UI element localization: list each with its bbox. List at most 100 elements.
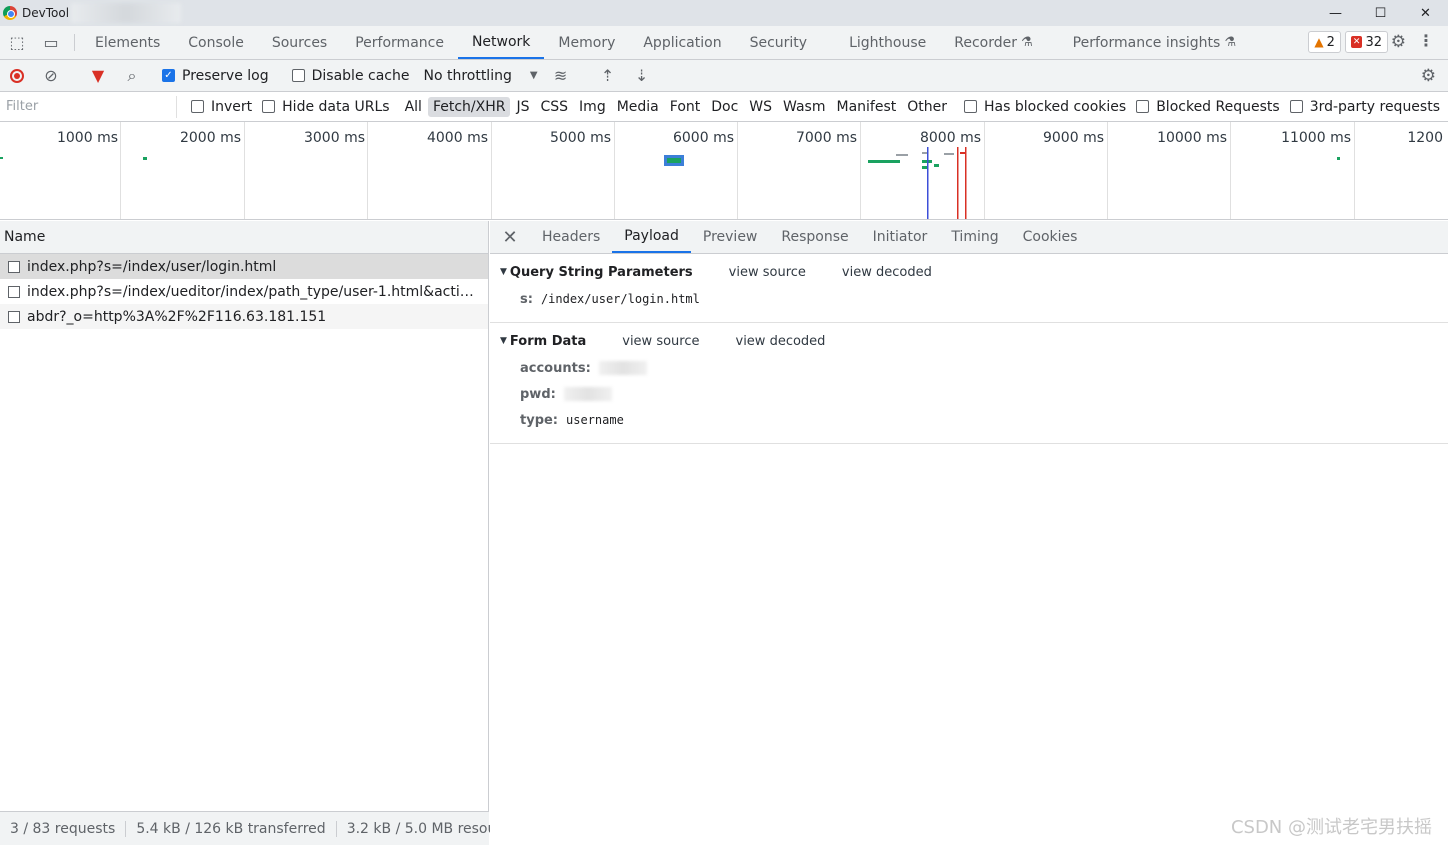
filter-input[interactable] <box>0 95 177 118</box>
export-har-icon[interactable]: ⇣ <box>625 66 659 85</box>
hide-data-urls-checkbox[interactable]: Hide data URLs <box>262 98 390 115</box>
detail-tab-initiator[interactable]: Initiator <box>861 221 940 253</box>
preserve-log-checkbox[interactable]: ✓ Preserve log <box>162 68 269 84</box>
invert-checkbox[interactable]: Invert <box>191 99 252 115</box>
request-row[interactable]: index.php?s=/index/ueditor/index/path_ty… <box>0 279 488 304</box>
csdn-watermark: CSDN @测试老宅男扶摇 <box>1230 817 1432 838</box>
tab-security[interactable]: Security <box>736 26 822 59</box>
expand-triangle-icon[interactable]: ▼ <box>500 336 507 346</box>
detail-tab-payload[interactable]: Payload <box>612 221 691 253</box>
third-party-requests-label: 3rd-party requests <box>1309 98 1441 115</box>
type-filter-wasm[interactable]: Wasm <box>778 97 830 117</box>
warnings-badge[interactable]: ▲ 2 <box>1308 31 1341 53</box>
settings-gear-icon[interactable]: ⚙ <box>1391 32 1406 52</box>
clear-icon[interactable]: ⊘ <box>34 66 68 85</box>
flask-icon: ⚗ <box>1224 35 1236 50</box>
disable-cache-checkbox[interactable]: Disable cache <box>291 67 410 84</box>
inspect-element-icon[interactable]: ⬚ <box>0 26 34 59</box>
checkbox-icon <box>1289 100 1303 113</box>
query-view-decoded-link[interactable]: view decoded <box>842 265 932 280</box>
tab-sources[interactable]: Sources <box>258 26 341 59</box>
request-name: index.php?s=/index/ueditor/index/path_ty… <box>27 283 482 300</box>
throttling-select[interactable]: No throttling ▼ <box>423 68 537 84</box>
close-detail-icon[interactable]: ✕ <box>490 221 530 253</box>
form-key-pwd: pwd: <box>520 386 556 402</box>
type-filter-other[interactable]: Other <box>902 97 952 117</box>
request-row[interactable]: abdr?_o=http%3A%2F%2F116.63.181.151 <box>0 304 488 329</box>
filter-funnel-icon[interactable]: ▼ <box>81 66 115 85</box>
redacted-value <box>563 387 612 401</box>
transferred-size: 5.4 kB / 126 kB transferred <box>126 820 337 837</box>
query-view-source-link[interactable]: view source <box>729 265 806 280</box>
form-data-title[interactable]: Form Data <box>510 334 586 349</box>
network-settings-gear-icon[interactable]: ⚙ <box>1421 66 1436 86</box>
close-window-button[interactable]: ✕ <box>1403 0 1448 26</box>
type-filter-all[interactable]: All <box>400 97 427 117</box>
import-har-icon[interactable]: ⇡ <box>591 66 625 85</box>
tab-console[interactable]: Console <box>174 26 258 59</box>
has-blocked-cookies-checkbox[interactable]: Has blocked cookies <box>964 99 1126 115</box>
expand-triangle-icon[interactable]: ▼ <box>500 267 507 277</box>
type-filter-ws[interactable]: WS <box>744 97 777 117</box>
tab-performance[interactable]: Performance <box>341 26 458 59</box>
detail-tab-headers[interactable]: Headers <box>530 221 612 253</box>
hide-data-urls-label: Hide data URLs <box>282 98 390 115</box>
disable-cache-label: Disable cache <box>311 67 410 84</box>
search-icon[interactable]: ⌕ <box>115 66 149 86</box>
preserve-log-label: Preserve log <box>182 67 269 84</box>
tab-network[interactable]: Network <box>457 26 545 59</box>
title-bar: DevTool — ☐ ✕ <box>0 0 1448 26</box>
errors-badge[interactable]: ✕ 32 <box>1344 31 1388 53</box>
redacted-value <box>598 361 647 375</box>
minimize-button[interactable]: — <box>1313 0 1358 26</box>
third-party-requests-checkbox[interactable]: 3rd-party requests <box>1289 98 1441 115</box>
record-button[interactable] <box>0 68 34 83</box>
type-filter-manifest[interactable]: Manifest <box>832 97 902 117</box>
network-toolbar: ⊘ ▼ ⌕ ✓ Preserve log Disable cache No th… <box>0 60 1448 92</box>
type-filter-js[interactable]: JS <box>511 97 534 117</box>
detail-tab-timing[interactable]: Timing <box>939 221 1010 253</box>
type-filter-font[interactable]: Font <box>665 97 705 117</box>
network-overview-timeline[interactable]: 1000 ms 2000 ms 3000 ms 4000 ms 5000 ms … <box>0 122 1448 220</box>
device-toolbar-icon[interactable]: ▭ <box>34 26 68 59</box>
tab-performance-insights[interactable]: Performance insights ⚗ <box>1059 26 1250 59</box>
detail-tab-response[interactable]: Response <box>769 221 860 253</box>
request-name: abdr?_o=http%3A%2F%2F116.63.181.151 <box>27 308 327 325</box>
detail-tab-bar: ✕ Headers Payload Preview Response Initi… <box>490 221 1448 254</box>
tab-elements[interactable]: Elements <box>81 26 174 59</box>
request-count: 3 / 83 requests <box>0 820 127 837</box>
network-conditions-icon[interactable]: ≋ <box>544 66 578 85</box>
form-view-decoded-link[interactable]: view decoded <box>736 334 826 349</box>
form-view-source-link[interactable]: view source <box>622 334 699 349</box>
invert-label: Invert <box>211 98 253 115</box>
tab-recorder-label: Recorder <box>954 34 1018 51</box>
checkbox-icon <box>191 100 204 113</box>
maximize-button[interactable]: ☐ <box>1358 0 1403 26</box>
request-name: index.php?s=/index/user/login.html <box>27 258 277 275</box>
type-filter-img[interactable]: Img <box>574 97 611 117</box>
redacted-title-area <box>71 3 182 23</box>
blocked-requests-checkbox[interactable]: Blocked Requests <box>1136 99 1280 115</box>
name-column-header[interactable]: Name <box>0 221 488 254</box>
checkbox-icon <box>1136 100 1150 113</box>
request-type-icon <box>8 310 20 323</box>
tab-application[interactable]: Application <box>629 26 735 59</box>
type-filter-doc[interactable]: Doc <box>706 97 743 117</box>
form-key-accounts: accounts: <box>520 360 591 376</box>
tab-memory[interactable]: Memory <box>544 26 629 59</box>
devtools-tab-bar: ⬚ ▭ Elements Console Sources Performance… <box>0 26 1448 60</box>
type-filter-css[interactable]: CSS <box>535 97 573 117</box>
chrome-logo-icon <box>3 6 17 20</box>
checkbox-icon <box>262 100 276 113</box>
tab-recorder[interactable]: Recorder ⚗ <box>940 26 1046 59</box>
query-string-title[interactable]: Query String Parameters <box>510 265 693 280</box>
request-row[interactable]: index.php?s=/index/user/login.html <box>0 254 488 279</box>
more-options-icon[interactable]: ⋮ <box>1418 31 1434 50</box>
detail-tab-preview[interactable]: Preview <box>691 221 770 253</box>
detail-tab-cookies[interactable]: Cookies <box>1011 221 1090 253</box>
tab-lighthouse[interactable]: Lighthouse <box>835 26 940 59</box>
request-type-icon <box>8 260 20 273</box>
error-icon: ✕ <box>1350 36 1363 48</box>
type-filter-media[interactable]: Media <box>612 97 664 117</box>
type-filter-fetch-xhr[interactable]: Fetch/XHR <box>427 96 511 117</box>
